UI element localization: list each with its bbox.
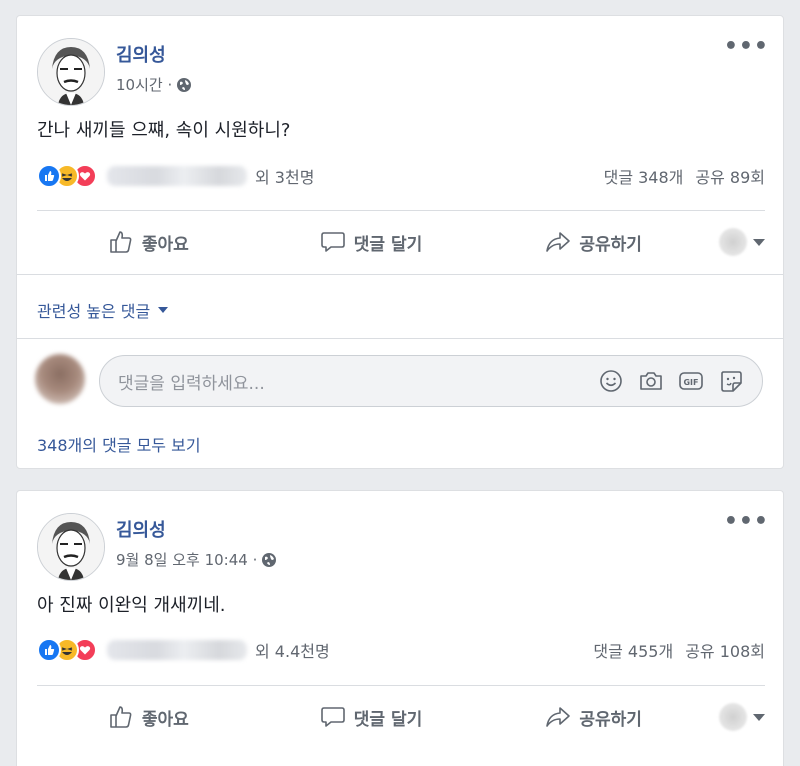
share-button[interactable]: 공유하기 [482,704,705,730]
post-text: 아 진짜 이완익 개새끼네. [37,595,226,616]
globe-icon[interactable] [261,552,277,568]
viewer-avatar[interactable] [35,354,85,404]
reactions-bar: 외 4.4천명 댓글 455개 공유 108회 [37,637,765,663]
comment-button[interactable]: 댓글 달기 [260,229,483,255]
thumbs-up-outline-icon [110,231,132,253]
audience-selector[interactable] [705,703,766,731]
post-card: 김의성 10시간 · ••• 간나 새끼들 으쨰, 속이 시원하니? 외 3천명… [16,15,784,469]
divider [17,274,783,275]
emoji-icon[interactable] [598,368,624,394]
audience-avatar [719,228,748,256]
audience-selector[interactable] [705,228,766,256]
thumbs-up-icon[interactable] [37,164,61,188]
comment-sort-label: 관련성 높은 댓글 [37,302,151,321]
thumbs-up-outline-icon [110,706,132,728]
camera-icon[interactable] [638,368,664,394]
share-count[interactable]: 공유 89회 [695,164,765,188]
more-options-icon[interactable]: ••• [724,36,769,58]
more-options-icon[interactable]: ••• [724,511,769,533]
divider [37,210,765,211]
reaction-others-count[interactable]: 외 3천명 [255,164,314,188]
action-bar: 좋아요 댓글 달기 공유하기 [37,222,766,262]
author-name[interactable]: 김의성 [116,41,166,67]
thumbs-up-icon[interactable] [37,638,61,662]
view-all-comments-link[interactable]: 348개의 댓글 모두 보기 [37,432,201,456]
post-card: 김의성 9월 8일 오후 10:44 · ••• 아 진짜 이완익 개새끼네. … [16,490,784,766]
speech-bubble-icon [320,707,345,727]
action-bar: 좋아요 댓글 달기 공유하기 [37,697,766,737]
post-meta: 9월 8일 오후 10:44 · [116,549,277,570]
caret-down-icon [158,307,169,313]
reaction-others-count[interactable]: 외 4.4천명 [255,638,330,662]
svg-text:GIF: GIF [683,378,698,387]
like-label: 좋아요 [141,709,189,730]
like-label: 좋아요 [141,234,189,255]
share-button[interactable]: 공유하기 [482,229,705,255]
comment-count[interactable]: 댓글 455개 [593,638,673,662]
like-button[interactable]: 좋아요 [37,704,260,730]
comment-input[interactable]: 댓글을 입력하세요... GIF [99,355,763,407]
post-time[interactable]: 9월 8일 오후 10:44 · [116,549,257,570]
comment-placeholder: 댓글을 입력하세요... [118,373,265,394]
comment-count[interactable]: 댓글 348개 [604,164,684,188]
share-label: 공유하기 [579,709,642,730]
post-meta: 10시간 · [116,74,192,95]
share-label: 공유하기 [579,234,642,255]
author-avatar[interactable] [37,513,105,581]
comment-label: 댓글 달기 [353,234,423,255]
chevron-down-icon [753,713,766,721]
post-text: 간나 새끼들 으쨰, 속이 시원하니? [37,120,291,141]
blurred-reactor-names[interactable] [107,166,247,186]
share-count[interactable]: 공유 108회 [685,638,765,662]
author-avatar[interactable] [37,38,105,106]
comment-button[interactable]: 댓글 달기 [260,704,483,730]
share-arrow-icon [546,232,571,252]
gif-icon[interactable]: GIF [678,368,704,394]
comment-label: 댓글 달기 [353,709,423,730]
globe-icon[interactable] [176,77,192,93]
reactions-bar: 외 3천명 댓글 348개 공유 89회 [37,163,765,189]
comment-tools: GIF [598,368,744,394]
post-time[interactable]: 10시간 · [116,74,172,95]
share-arrow-icon [546,707,571,727]
divider [17,338,783,339]
author-name[interactable]: 김의성 [116,516,166,542]
post-stats: 댓글 348개 공유 89회 [604,164,765,188]
sticker-icon[interactable] [718,368,744,394]
blurred-reactor-names[interactable] [107,640,247,660]
post-stats: 댓글 455개 공유 108회 [593,638,765,662]
audience-avatar [719,703,748,731]
chevron-down-icon [753,238,766,246]
speech-bubble-icon [320,232,345,252]
comment-sort-dropdown[interactable]: 관련성 높은 댓글 [37,298,169,322]
like-button[interactable]: 좋아요 [37,229,260,255]
divider [37,685,765,686]
